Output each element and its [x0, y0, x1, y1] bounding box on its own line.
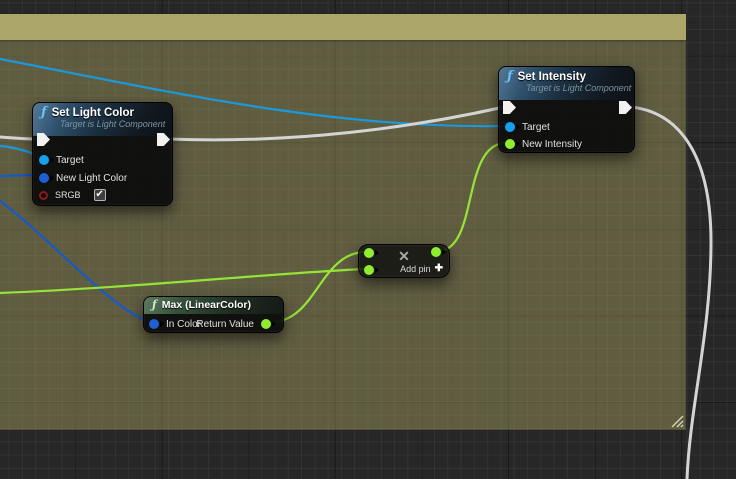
blueprint-graph-canvas[interactable]: ƒ Set Light Color Target is Light Compon…: [0, 0, 736, 479]
function-icon: ƒ: [507, 71, 513, 83]
srgb-checkbox[interactable]: ✔: [94, 189, 106, 201]
plus-icon: ✚: [435, 264, 443, 274]
return-value-pin-label: Return Value: [196, 319, 254, 330]
node-subtitle: Target is Light Component: [526, 83, 626, 93]
comment-box-titlebar[interactable]: [0, 14, 686, 40]
return-value-pin[interactable]: [261, 319, 271, 329]
node-set-intensity[interactable]: ƒ Set Intensity Target is Light Componen…: [498, 66, 635, 153]
new-light-color-pin[interactable]: [39, 173, 49, 183]
srgb-pin-label: SRGB: [55, 190, 81, 200]
add-pin-label: Add pin: [400, 264, 431, 274]
multiply-input-b-pin[interactable]: [364, 265, 374, 275]
comment-resize-handle[interactable]: [669, 413, 685, 429]
node-set-intensity-header: ƒ Set Intensity Target is Light Componen…: [499, 67, 634, 100]
resize-grip-icon: [669, 413, 685, 429]
node-max-header: ƒ Max (LinearColor): [144, 297, 283, 314]
new-intensity-pin-label: New Intensity: [522, 139, 582, 150]
new-intensity-pin[interactable]: [505, 139, 515, 149]
multiply-symbol: ✕: [359, 249, 449, 263]
node-set-light-color-header: ƒ Set Light Color Target is Light Compon…: [33, 103, 172, 136]
srgb-bool-pin[interactable]: [39, 191, 48, 200]
function-icon: ƒ: [152, 299, 157, 311]
node-max-linearcolor[interactable]: ƒ Max (LinearColor) In Color Return Valu…: [143, 296, 284, 333]
target-pin[interactable]: [39, 155, 49, 165]
node-title: Set Light Color: [52, 107, 134, 119]
exec-out-pin[interactable]: [619, 101, 632, 114]
exec-in-pin[interactable]: [503, 101, 516, 114]
in-color-pin[interactable]: [149, 319, 159, 329]
node-title: Max (LinearColor): [162, 299, 251, 311]
function-icon: ƒ: [41, 107, 47, 119]
new-light-color-pin-label: New Light Color: [56, 173, 127, 184]
target-pin[interactable]: [505, 122, 515, 132]
node-set-light-color[interactable]: ƒ Set Light Color Target is Light Compon…: [32, 102, 173, 206]
node-subtitle: Target is Light Component: [60, 119, 164, 129]
add-pin-button[interactable]: Add pin ✚: [400, 264, 443, 274]
node-title: Set Intensity: [518, 71, 586, 83]
target-pin-label: Target: [56, 155, 84, 166]
target-pin-label: Target: [522, 122, 550, 133]
node-multiply[interactable]: ✕ Add pin ✚: [358, 244, 450, 278]
